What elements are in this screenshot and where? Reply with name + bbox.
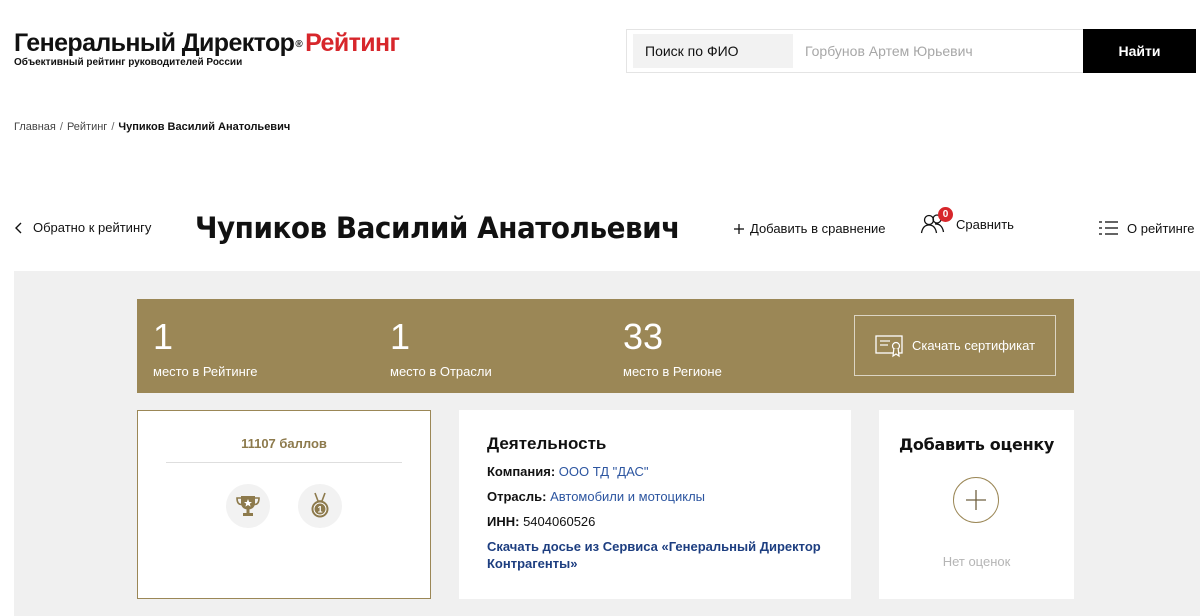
svg-text:1: 1 bbox=[317, 505, 322, 515]
score-value: 11107 баллов bbox=[241, 436, 327, 451]
search-type-select[interactable]: Поиск по ФИО bbox=[633, 34, 793, 68]
no-ratings-text: Нет оценок bbox=[942, 554, 1011, 569]
plus-icon bbox=[966, 490, 986, 510]
back-label: Обратно к рейтингу bbox=[33, 220, 152, 235]
breadcrumb-rating-link[interactable]: Рейтинг bbox=[67, 121, 107, 133]
download-certificate-label: Скачать сертификат bbox=[911, 338, 1036, 353]
about-rating-link[interactable]: О рейтинге bbox=[1099, 220, 1195, 236]
industry-link[interactable]: Автомобили и мотоциклы bbox=[550, 489, 705, 504]
divider bbox=[166, 462, 402, 463]
company-label: Компания: bbox=[487, 464, 556, 479]
site-logo[interactable]: Генеральный Директор® Рейтинг Объективный… bbox=[14, 29, 400, 68]
download-dossier-link[interactable]: Скачать досье из Сервиса «Генеральный Ди… bbox=[487, 538, 823, 572]
industry-row: Отрасль: Автомобили и мотоциклы bbox=[487, 489, 823, 504]
rank-overall: 1 место в Рейтинге bbox=[153, 316, 258, 380]
list-icon bbox=[1099, 221, 1118, 235]
search-bar: Поиск по ФИО Найти bbox=[626, 29, 1196, 73]
logo-registered-mark: ® bbox=[295, 39, 303, 50]
rank-overall-value: 1 bbox=[153, 316, 174, 357]
about-rating-label: О рейтинге bbox=[1127, 220, 1195, 236]
download-certificate-button[interactable]: Скачать сертификат bbox=[854, 315, 1056, 376]
rank-region: 33 место в Регионе bbox=[623, 316, 722, 380]
inn-value: 5404060526 bbox=[523, 514, 596, 529]
company-row: Компания: ООО ТД "ДАС" bbox=[487, 464, 823, 479]
rank-industry: 1 место в Отрасли bbox=[390, 316, 492, 380]
rank-region-label: место в Регионе bbox=[623, 364, 722, 379]
page-title: Чупиков Василий Анатольевич bbox=[195, 211, 680, 245]
activity-card: Деятельность Компания: ООО ТД "ДАС" Отра… bbox=[459, 410, 851, 599]
company-link[interactable]: ООО ТД "ДАС" bbox=[559, 464, 649, 479]
medal-first-place-icon[interactable]: 1 bbox=[298, 484, 342, 528]
breadcrumb: Главная / Рейтинг / Чупиков Василий Анатолье… bbox=[14, 121, 290, 133]
logo-tagline: Объективный рейтинг руководителей России bbox=[14, 57, 243, 68]
add-rating-card: Добавить оценку Нет оценок bbox=[879, 410, 1074, 599]
add-rating-button[interactable] bbox=[953, 477, 999, 523]
logo-text: Генеральный Директор bbox=[14, 29, 295, 57]
inn-row: ИНН: 5404060526 bbox=[487, 514, 823, 529]
search-button[interactable]: Найти bbox=[1083, 29, 1196, 73]
rank-region-value: 33 bbox=[623, 316, 664, 357]
add-rating-title: Добавить оценку bbox=[898, 435, 1055, 454]
chevron-left-icon bbox=[15, 222, 22, 233]
rank-industry-value: 1 bbox=[390, 316, 411, 357]
rank-banner: 1 место в Рейтинге 1 место в Отрасли 33 … bbox=[137, 299, 1074, 393]
compare-button[interactable]: 0 Сравнить bbox=[920, 207, 1014, 235]
breadcrumb-home-link[interactable]: Главная bbox=[14, 121, 56, 133]
plus-icon bbox=[734, 223, 744, 234]
search-input[interactable] bbox=[793, 30, 1083, 72]
back-to-rating-link[interactable]: Обратно к рейтингу bbox=[14, 220, 151, 235]
rank-industry-label: место в Отрасли bbox=[390, 364, 492, 379]
industry-label: Отрасль: bbox=[487, 489, 547, 504]
trophy-icon[interactable] bbox=[226, 484, 270, 528]
logo-accent-text: Рейтинг bbox=[305, 29, 400, 57]
compare-label: Сравнить bbox=[956, 216, 1014, 232]
add-to-compare-label: Добавить в сравнение bbox=[750, 221, 886, 236]
breadcrumb-current: Чупиков Василий Анатольевич bbox=[118, 121, 291, 133]
score-card: 11107 баллов 1 bbox=[137, 410, 431, 599]
breadcrumb-separator: / bbox=[59, 121, 63, 133]
certificate-icon bbox=[875, 334, 903, 357]
add-to-compare-button[interactable]: Добавить в сравнение bbox=[733, 221, 886, 236]
people-icon: 0 bbox=[920, 207, 953, 235]
rank-overall-label: место в Рейтинге bbox=[153, 364, 258, 379]
inn-label: ИНН: bbox=[487, 514, 520, 529]
breadcrumb-separator: / bbox=[111, 121, 115, 133]
activity-title: Деятельность bbox=[487, 434, 607, 453]
compare-count-badge: 0 bbox=[938, 207, 953, 222]
